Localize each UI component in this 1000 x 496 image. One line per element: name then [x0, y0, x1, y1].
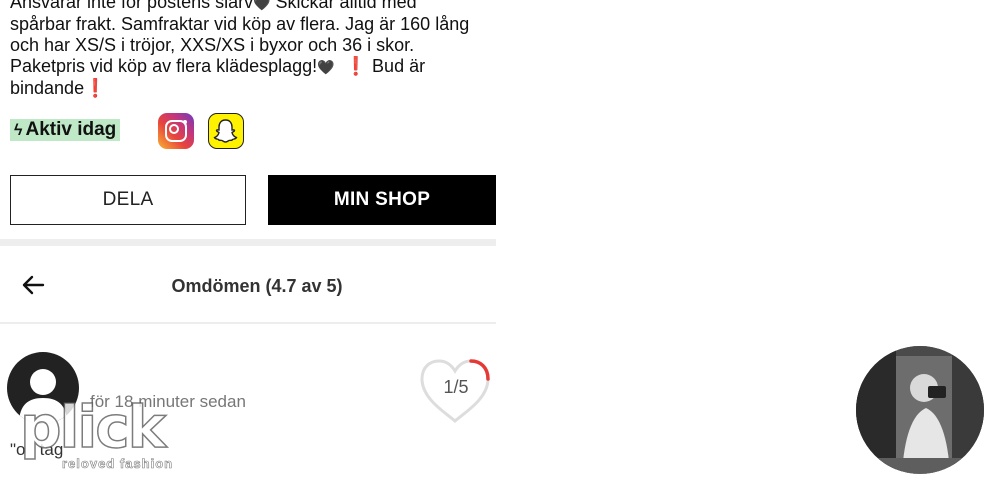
- description-line-3: och har XS/S i tröjor, XXS/XS i byxor oc…: [10, 35, 415, 55]
- reviews-title: Omdömen (4.7 av 5): [171, 276, 343, 296]
- header-divider: [0, 322, 496, 324]
- watermark-tagline: reloved fashion: [62, 456, 174, 472]
- seller-badges: ϟ Aktiv idag: [10, 112, 490, 149]
- instagram-icon[interactable]: [158, 113, 194, 149]
- active-today-badge: ϟ Aktiv idag: [10, 119, 121, 141]
- black-heart-icon: 🖤: [253, 0, 271, 11]
- description-line-1: Ansvarar inte för postens slarv: [10, 0, 254, 12]
- exclamation-icon: ❗: [344, 56, 368, 76]
- exclamation-icon: ❗: [84, 78, 107, 98]
- seller-profile-photo[interactable]: [856, 346, 984, 474]
- review-counter-text: 1/5: [443, 377, 469, 397]
- lightning-icon: ϟ: [14, 122, 23, 139]
- share-button[interactable]: DELA: [10, 175, 246, 225]
- section-divider: [0, 239, 496, 246]
- black-heart-icon: 🖤: [317, 59, 335, 75]
- description-line-4: Paketpris vid köp av flera klädesplagg!: [10, 56, 318, 76]
- description-line-4-tail: Bud är: [367, 56, 426, 76]
- watermark-logo: plick: [19, 392, 167, 462]
- description-line-5: bindande: [10, 78, 85, 98]
- listing-panel: Ansvarar inte för postens slarv🖤 Skickar…: [0, 0, 496, 496]
- plick-watermark: plick reloved fashion: [19, 392, 200, 484]
- review-counter: 1/5: [416, 355, 494, 427]
- description-line-1-tail: Skickar alltid med: [270, 0, 417, 12]
- listing-description: Ansvarar inte för postens slarv🖤 Skickar…: [10, 0, 496, 99]
- reviews-header: Omdömen (4.7 av 5): [0, 258, 496, 318]
- my-shop-button[interactable]: MIN SHOP: [268, 175, 496, 225]
- description-line-2: spårbar frakt. Samfraktar vid köp av fle…: [10, 14, 470, 34]
- snapchat-icon[interactable]: [208, 113, 244, 149]
- active-today-label: Aktiv idag: [25, 119, 117, 140]
